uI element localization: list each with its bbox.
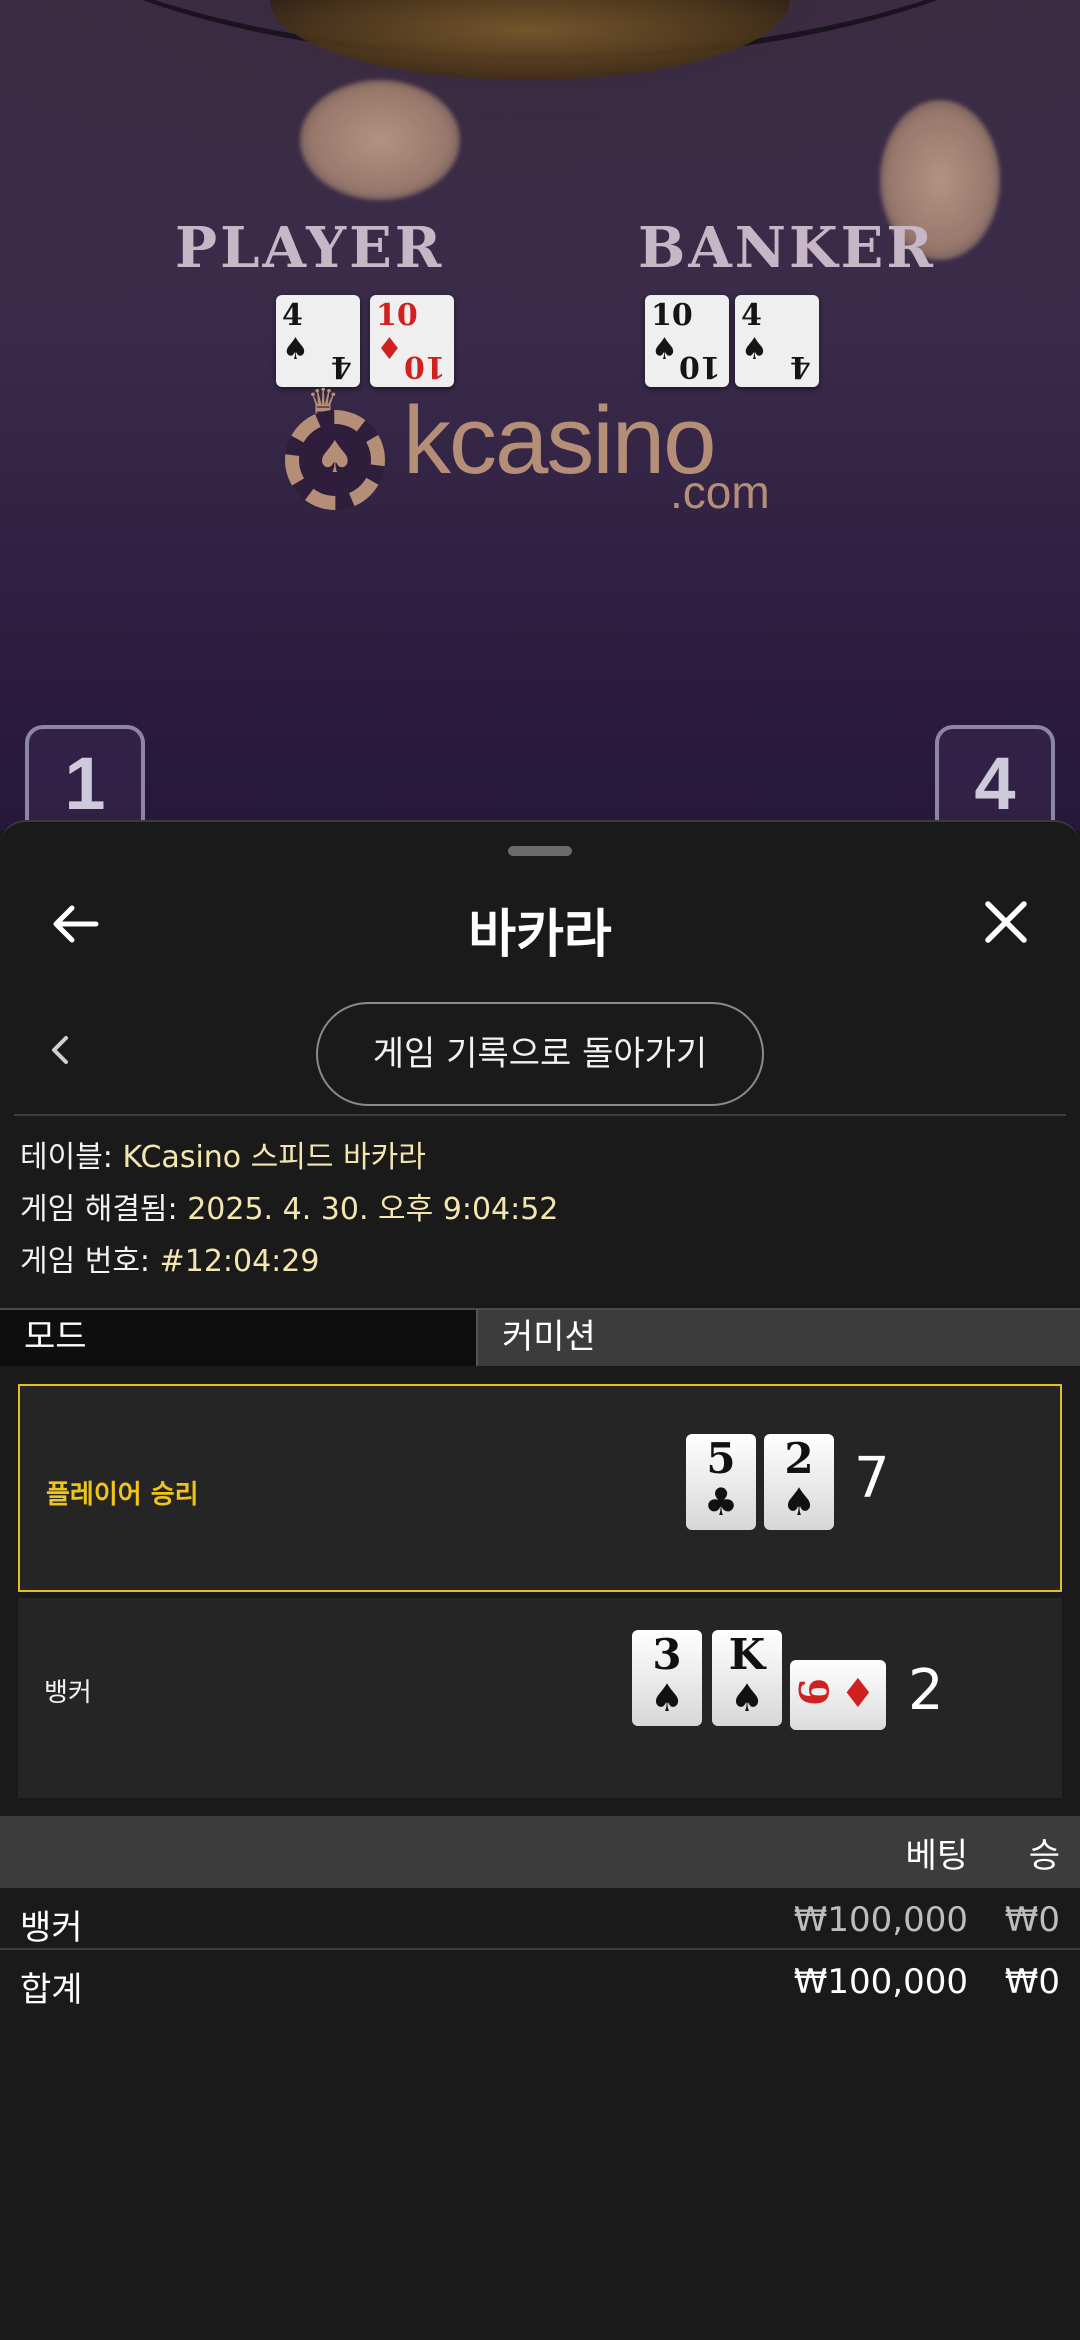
info-resolved-line: 게임 해결됨: 2025. 4. 30. 오후 9:04:52 <box>20 1192 559 1227</box>
game-detail-sheet: 바카라 게임 기록으로 돌아가기 테이블: KCasino 스피드 바카라 게임… <box>0 820 1080 2340</box>
logo-domain-text: .com <box>670 466 770 518</box>
info-number-line: 게임 번호: #12:04:29 <box>20 1244 320 1279</box>
banker-card-3: 9 ♦ <box>789 1660 886 1730</box>
tab-commission[interactable]: 커미션 <box>476 1310 1080 1366</box>
divider <box>0 1948 1080 1950</box>
logo-brand-text: kcasino <box>403 387 716 494</box>
banker-card-2: K ♠ <box>712 1630 782 1726</box>
game-info: 테이블: KCasino 스피드 바카라 게임 해결됨: 2025. 4. 30… <box>20 1132 558 1288</box>
poker-chip-icon: ♠ <box>285 410 385 510</box>
player-card-1: 5 ♣ <box>686 1434 756 1530</box>
table-player-card-2: 10 ♦ 10 <box>370 295 454 387</box>
table-player-label: PLAYER <box>175 215 445 281</box>
banker-score: 2 <box>908 1658 944 1723</box>
sheet-title: 바카라 <box>468 905 612 965</box>
table-banker-card-2: 4 ♠ 4 <box>735 295 819 387</box>
resolved-time: 2025. 4. 30. 오후 9:04:52 <box>187 1192 559 1227</box>
spade-icon: ♠ <box>315 431 355 483</box>
bet-name: 뱅커 <box>20 1908 83 1948</box>
divider <box>14 1114 1066 1116</box>
total-row: 합계 ₩100,000 ₩0 <box>0 1954 1080 2016</box>
total-win-amount: ₩0 <box>1004 1962 1060 2002</box>
sheet-header: 바카라 <box>0 882 1080 972</box>
game-number: #12:04:29 <box>159 1244 320 1279</box>
total-label: 합계 <box>20 1970 83 2010</box>
player-result-label: 플레이어 승리 <box>46 1480 199 1510</box>
win-amount: ₩0 <box>1004 1900 1060 1940</box>
table-row: 뱅커 ₩100,000 ₩0 <box>0 1892 1080 1954</box>
mode-tabs: 모드 커미션 <box>0 1308 1080 1366</box>
seat-number-4: 4 <box>935 725 1055 830</box>
bet-amount: ₩100,000 <box>793 1900 968 1940</box>
kcasino-logo: ♛ ♠ kcasino .com <box>285 382 805 520</box>
info-table-line: 테이블: KCasino 스피드 바카라 <box>20 1140 426 1175</box>
card-shoe <box>270 0 790 80</box>
player-score: 7 <box>854 1446 890 1511</box>
history-nav-row: 게임 기록으로 돌아가기 <box>0 992 1080 1112</box>
sheet-drag-handle[interactable] <box>508 846 572 856</box>
live-video-feed: PLAYER BANKER 4 ♠ 4 10 ♦ 10 10 ♠ 10 4 ♠ 4 ♛ … <box>0 0 1080 830</box>
seat-number-1: 1 <box>25 725 145 830</box>
chevron-left-icon[interactable] <box>40 1030 80 1070</box>
table-player-card-1: 4 ♠ 4 <box>276 295 360 387</box>
table-banker-label: BANKER <box>638 215 936 281</box>
player-card-2: 2 ♠ <box>764 1434 834 1530</box>
bet-column-header: 베팅 <box>905 1836 968 1876</box>
table-name: KCasino 스피드 바카라 <box>122 1140 426 1175</box>
player-result-row: 플레이어 승리 5 ♣ 2 ♠ 7 <box>18 1384 1062 1592</box>
banker-result-label: 뱅커 <box>44 1678 92 1708</box>
close-icon[interactable] <box>978 894 1034 950</box>
dealer-hand-left <box>300 80 460 200</box>
banker-card-1: 3 ♠ <box>632 1630 702 1726</box>
tab-mode[interactable]: 모드 <box>0 1310 476 1366</box>
total-bet-amount: ₩100,000 <box>793 1962 968 2002</box>
bet-table-header: 베팅 승 <box>0 1816 1080 1888</box>
table-banker-card-1: 10 ♠ 10 <box>645 295 729 387</box>
win-column-header: 승 <box>1028 1836 1060 1876</box>
banker-result-row: 뱅커 3 ♠ K ♠ 9 ♦ 2 <box>18 1598 1062 1798</box>
back-to-history-button[interactable]: 게임 기록으로 돌아가기 <box>316 1002 764 1106</box>
